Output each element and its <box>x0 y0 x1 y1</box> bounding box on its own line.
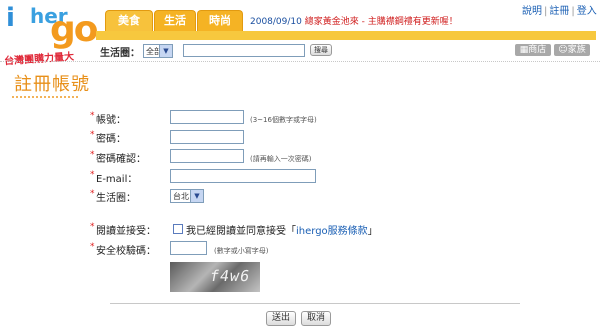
help-link[interactable]: 說明 <box>522 6 542 17</box>
required-mark: * <box>90 150 95 160</box>
required-mark: * <box>90 130 95 140</box>
cancel-button[interactable]: 取消 <box>301 311 331 326</box>
required-mark: * <box>90 170 95 180</box>
email-label: E-mail： <box>96 174 138 185</box>
terms-link[interactable]: ihergo服務條款 <box>296 226 368 237</box>
agree-text: 我已經閱讀並同意接受「ihergo服務條款」 <box>186 226 378 237</box>
family-button[interactable]: ☺家族 <box>554 44 590 56</box>
password-label: 密碼： <box>96 134 126 145</box>
divider <box>0 61 600 62</box>
account-label: 帳號： <box>96 115 126 126</box>
search-scope-select[interactable]: 全部 ▼ <box>143 44 173 58</box>
area-value: 台北 <box>173 192 189 201</box>
tab-life[interactable]: 生活 <box>154 10 196 31</box>
required-mark: * <box>90 222 95 232</box>
slogan: 台灣團購力量大 <box>3 51 75 68</box>
page-title: 註冊帳號 <box>14 74 90 95</box>
captcha-label: 安全校驗碼： <box>96 246 156 257</box>
news-text[interactable]: 總家黃金池來 - 主購襟鋼禮有更新喔！ <box>305 17 458 27</box>
logo-i[interactable]: i <box>6 3 15 33</box>
search-input[interactable] <box>183 44 305 57</box>
title-underline <box>12 96 78 100</box>
store-icon: ▦ <box>519 45 529 55</box>
logo-go[interactable]: go <box>50 12 98 48</box>
register-link[interactable]: 註冊 <box>549 6 569 17</box>
account-input[interactable] <box>170 110 244 124</box>
chevron-down-icon: ▼ <box>159 45 172 57</box>
required-mark: * <box>90 242 95 252</box>
required-mark: * <box>90 189 95 199</box>
divider <box>110 303 520 304</box>
captcha-input[interactable] <box>170 241 207 255</box>
submit-button[interactable]: 送出 <box>266 311 296 326</box>
password-confirm-label: 密碼確認： <box>96 154 146 165</box>
store-button[interactable]: ▦商店 <box>515 44 551 56</box>
captcha-hint: (數字或小寫字母) <box>214 247 269 255</box>
search-button[interactable]: 搜尋 <box>310 44 332 56</box>
tab-food[interactable]: 美食 <box>105 10 153 31</box>
area-label: 生活圈： <box>96 193 136 204</box>
area-select[interactable]: 台北 ▼ <box>170 189 204 203</box>
tab-fashion[interactable]: 時尚 <box>197 10 243 31</box>
captcha-image: f4w6 <box>170 262 260 292</box>
account-hint: (3~16個數字或字母) <box>250 116 317 124</box>
login-link[interactable]: 登入 <box>577 6 597 17</box>
family-icon: ☺ <box>558 45 568 55</box>
agree-checkbox[interactable] <box>173 224 183 234</box>
email-input[interactable] <box>170 169 316 183</box>
password-confirm-hint: (請再輸入一次密碼) <box>250 155 312 163</box>
required-mark: * <box>90 111 95 121</box>
nav-bar <box>96 31 596 40</box>
news-date: 2008/09/10 <box>250 17 302 27</box>
search-label: 生活圈： <box>100 48 140 59</box>
agree-label: 閱讀並接受： <box>96 226 156 237</box>
captcha-code: f4w6 <box>208 267 252 285</box>
chevron-down-icon: ▼ <box>190 190 203 202</box>
top-links: 說明 | 註冊 | 登入 <box>522 6 597 17</box>
password-confirm-input[interactable] <box>170 149 244 163</box>
news-ticker[interactable]: 2008/09/10 總家黃金池來 - 主購襟鋼禮有更新喔！ <box>250 14 458 27</box>
password-input[interactable] <box>170 130 244 144</box>
